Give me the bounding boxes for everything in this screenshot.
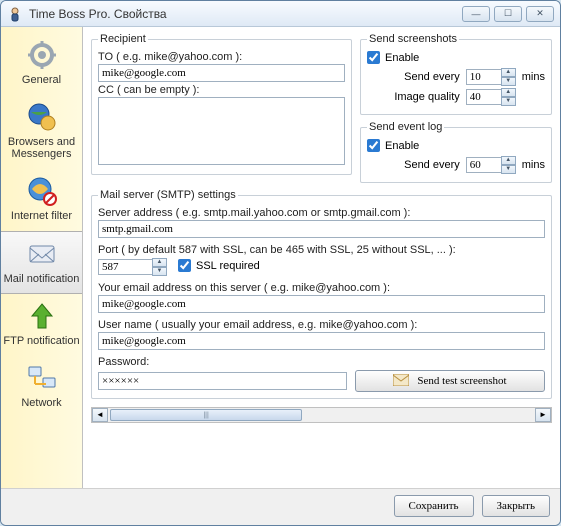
close-button-footer[interactable]: Закрыть	[482, 495, 550, 517]
screenshots-group: Send screenshots Enable Send every ▲▼ mi…	[360, 33, 552, 115]
screenshots-legend: Send screenshots	[367, 33, 459, 45]
maximize-button[interactable]: ☐	[494, 6, 522, 22]
mins-label: mins	[522, 159, 545, 171]
pass-label: Password:	[98, 356, 545, 368]
pass-input[interactable]	[98, 372, 347, 390]
ssl-label: SSL required	[196, 260, 260, 272]
spin-down[interactable]: ▼	[501, 165, 516, 174]
server-label: Server address ( e.g. smtp.mail.yahoo.co…	[98, 207, 545, 219]
sidebar-item-ftp[interactable]: FTP notification	[1, 294, 82, 356]
sidebar-item-label: Browsers and Messengers	[3, 136, 80, 161]
network-icon	[26, 362, 58, 394]
footer: Сохранить Закрыть	[1, 488, 560, 525]
eventlog-legend: Send event log	[367, 121, 444, 133]
window: Time Boss Pro. Свойства — ☐ ✕ General Br…	[0, 0, 561, 526]
save-button[interactable]: Сохранить	[394, 495, 474, 517]
sidebar-item-browsers[interactable]: Browsers and Messengers	[1, 95, 82, 169]
window-title: Time Boss Pro. Свойства	[29, 7, 462, 21]
scroll-right-icon[interactable]: ►	[535, 408, 551, 422]
eventlog-sendevery-label: Send every	[404, 159, 460, 171]
send-test-label: Send test screenshot	[417, 375, 506, 387]
sidebar-item-general[interactable]: General	[1, 33, 82, 95]
spin-down[interactable]: ▼	[152, 267, 167, 276]
sidebar-item-label: General	[22, 74, 61, 87]
server-input[interactable]	[98, 220, 545, 238]
sidebar-item-internet-filter[interactable]: Internet filter	[1, 169, 82, 231]
sidebar-item-mail[interactable]: Mail notification	[1, 231, 82, 295]
sidebar: General Browsers and Messengers Internet…	[1, 27, 83, 488]
screenshots-enable-checkbox[interactable]	[367, 51, 380, 64]
smtp-group: Mail server (SMTP) settings Server addre…	[91, 189, 552, 399]
main-panel: Recipient TO ( e.g. mike@yahoo.com ): CC…	[83, 27, 560, 488]
sidebar-item-label: Network	[21, 397, 61, 410]
quality-input[interactable]	[466, 89, 502, 105]
spin-up[interactable]: ▲	[501, 68, 516, 77]
globe-icon	[26, 101, 58, 133]
scroll-thumb[interactable]: |||	[110, 409, 302, 421]
sidebar-item-label: Mail notification	[4, 273, 80, 286]
minimize-button[interactable]: —	[462, 6, 490, 22]
screenshots-interval-input[interactable]	[466, 69, 502, 85]
upload-arrow-icon	[26, 300, 58, 332]
horizontal-scrollbar[interactable]: ◄ ||| ►	[91, 407, 552, 423]
envelope-icon	[393, 374, 409, 389]
envelope-icon	[26, 238, 58, 270]
smtp-legend: Mail server (SMTP) settings	[98, 189, 238, 201]
port-input[interactable]	[98, 259, 153, 275]
quality-label: Image quality	[394, 91, 459, 103]
cc-label: CC ( can be empty ):	[98, 84, 345, 96]
cc-input[interactable]	[98, 97, 345, 165]
eventlog-group: Send event log Enable Send every ▲▼ mins	[360, 121, 552, 183]
recipient-group: Recipient TO ( e.g. mike@yahoo.com ): CC…	[91, 33, 352, 175]
spin-up[interactable]: ▲	[501, 156, 516, 165]
spin-down[interactable]: ▼	[501, 97, 516, 106]
sidebar-item-network[interactable]: Network	[1, 356, 82, 418]
email-label: Your email address on this server ( e.g.…	[98, 282, 545, 294]
to-input[interactable]	[98, 64, 345, 82]
port-label: Port ( by default 587 with SSL, can be 4…	[98, 244, 545, 256]
eventlog-interval-input[interactable]	[466, 157, 502, 173]
ssl-checkbox[interactable]	[178, 259, 191, 272]
email-input[interactable]	[98, 295, 545, 313]
app-icon	[7, 6, 23, 22]
ie-blocked-icon	[26, 175, 58, 207]
titlebar: Time Boss Pro. Свойства — ☐ ✕	[1, 1, 560, 27]
send-test-button[interactable]: Send test screenshot	[355, 370, 545, 392]
screenshots-sendevery-label: Send every	[404, 71, 460, 83]
screenshots-enable-label: Enable	[385, 52, 419, 64]
user-input[interactable]	[98, 332, 545, 350]
spin-up[interactable]: ▲	[501, 88, 516, 97]
mins-label: mins	[522, 71, 545, 83]
user-label: User name ( usually your email address, …	[98, 319, 545, 331]
scroll-left-icon[interactable]: ◄	[92, 408, 108, 422]
close-button[interactable]: ✕	[526, 6, 554, 22]
sidebar-item-label: Internet filter	[11, 210, 72, 223]
spin-up[interactable]: ▲	[152, 258, 167, 267]
to-label: TO ( e.g. mike@yahoo.com ):	[98, 51, 345, 63]
recipient-legend: Recipient	[98, 33, 148, 45]
eventlog-enable-checkbox[interactable]	[367, 139, 380, 152]
eventlog-enable-label: Enable	[385, 140, 419, 152]
spin-down[interactable]: ▼	[501, 77, 516, 86]
sidebar-item-label: FTP notification	[3, 335, 79, 348]
gear-icon	[26, 39, 58, 71]
